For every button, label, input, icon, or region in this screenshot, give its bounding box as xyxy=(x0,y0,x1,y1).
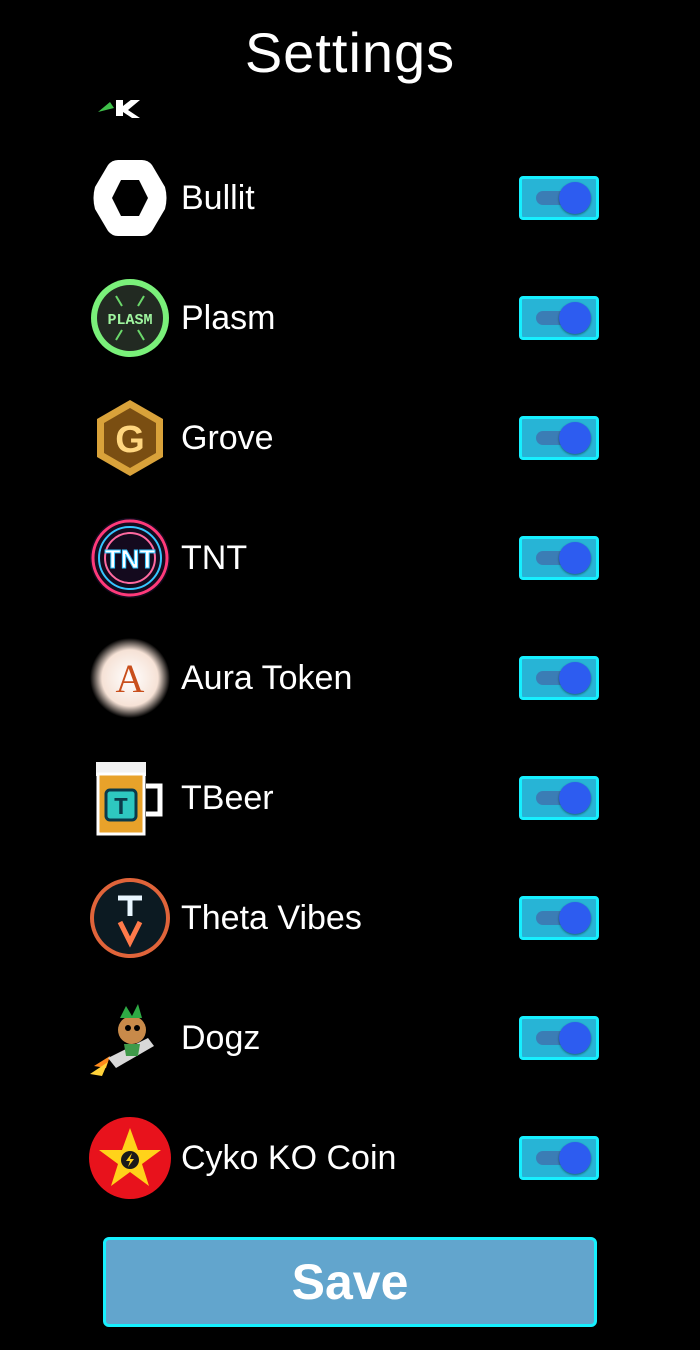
plasm-icon-text: PLASM xyxy=(107,312,152,329)
aura-token-logo-icon: A xyxy=(88,636,172,720)
token-row-bullit: Bullit xyxy=(0,148,700,248)
token-label: Grove xyxy=(181,419,274,457)
dogz-rocket-dog-icon xyxy=(88,996,172,1080)
grove-icon-text: G xyxy=(115,419,145,461)
dogz-toggle[interactable] xyxy=(519,1016,599,1060)
token-label: TBeer xyxy=(181,779,274,817)
theta-vibes-toggle[interactable] xyxy=(519,896,599,940)
token-row-tbeer: T TBeer xyxy=(0,748,700,848)
toggle-knob xyxy=(559,662,591,694)
aura-token-toggle[interactable] xyxy=(519,656,599,700)
token-label: Aura Token xyxy=(181,659,353,697)
aura-icon-text: A xyxy=(116,656,145,701)
bullit-toggle[interactable] xyxy=(519,176,599,220)
plasm-logo-icon: PLASM xyxy=(88,276,172,360)
page-title: Settings xyxy=(244,21,456,84)
tnt-icon-text: TNT xyxy=(105,544,156,574)
plasm-toggle[interactable] xyxy=(519,296,599,340)
token-row-plasm: PLASM Plasm xyxy=(0,268,700,368)
toggle-knob xyxy=(559,542,591,574)
cyko-ko-coin-toggle[interactable] xyxy=(519,1136,599,1180)
toggle-knob xyxy=(559,782,591,814)
token-label: Theta Vibes xyxy=(181,899,362,937)
token-row-cyko-ko-coin: Cyko KO Coin xyxy=(0,1108,700,1208)
save-button[interactable]: Save xyxy=(103,1237,597,1327)
toggle-knob xyxy=(559,902,591,934)
token-list[interactable]: Bullit PLASM Plasm G Grove TNT TNT A Aur… xyxy=(0,100,700,1215)
partial-token-icon xyxy=(90,100,146,118)
token-label: Dogz xyxy=(181,1019,261,1057)
token-row-dogz: Dogz xyxy=(0,988,700,1088)
token-label: Cyko KO Coin xyxy=(181,1139,397,1177)
token-row-grove: G Grove xyxy=(0,388,700,488)
token-label: Plasm xyxy=(181,299,276,337)
tnt-toggle[interactable] xyxy=(519,536,599,580)
tbeer-icon-text: T xyxy=(114,795,128,822)
toggle-knob xyxy=(559,422,591,454)
toggle-knob xyxy=(559,1022,591,1054)
token-label: TNT xyxy=(181,539,248,577)
bullit-hexagon-icon xyxy=(88,156,172,240)
grove-toggle[interactable] xyxy=(519,416,599,460)
toggle-knob xyxy=(559,1142,591,1174)
token-row-aura-token: A Aura Token xyxy=(0,628,700,728)
theta-vibes-logo-icon: TV xyxy=(88,876,172,960)
settings-screen: Settings Bullit PLASM Plasm G Grove TNT … xyxy=(0,0,700,1350)
token-label: Bullit xyxy=(181,179,255,217)
cyko-ko-coin-star-icon xyxy=(88,1116,172,1200)
tbeer-toggle[interactable] xyxy=(519,776,599,820)
toggle-knob xyxy=(559,302,591,334)
token-row-tnt: TNT TNT xyxy=(0,508,700,608)
grove-logo-icon: G xyxy=(88,396,172,480)
token-row-theta-vibes: TV Theta Vibes xyxy=(0,868,700,968)
tnt-logo-icon: TNT xyxy=(88,516,172,600)
toggle-knob xyxy=(559,182,591,214)
tbeer-mug-icon: T xyxy=(88,756,172,840)
